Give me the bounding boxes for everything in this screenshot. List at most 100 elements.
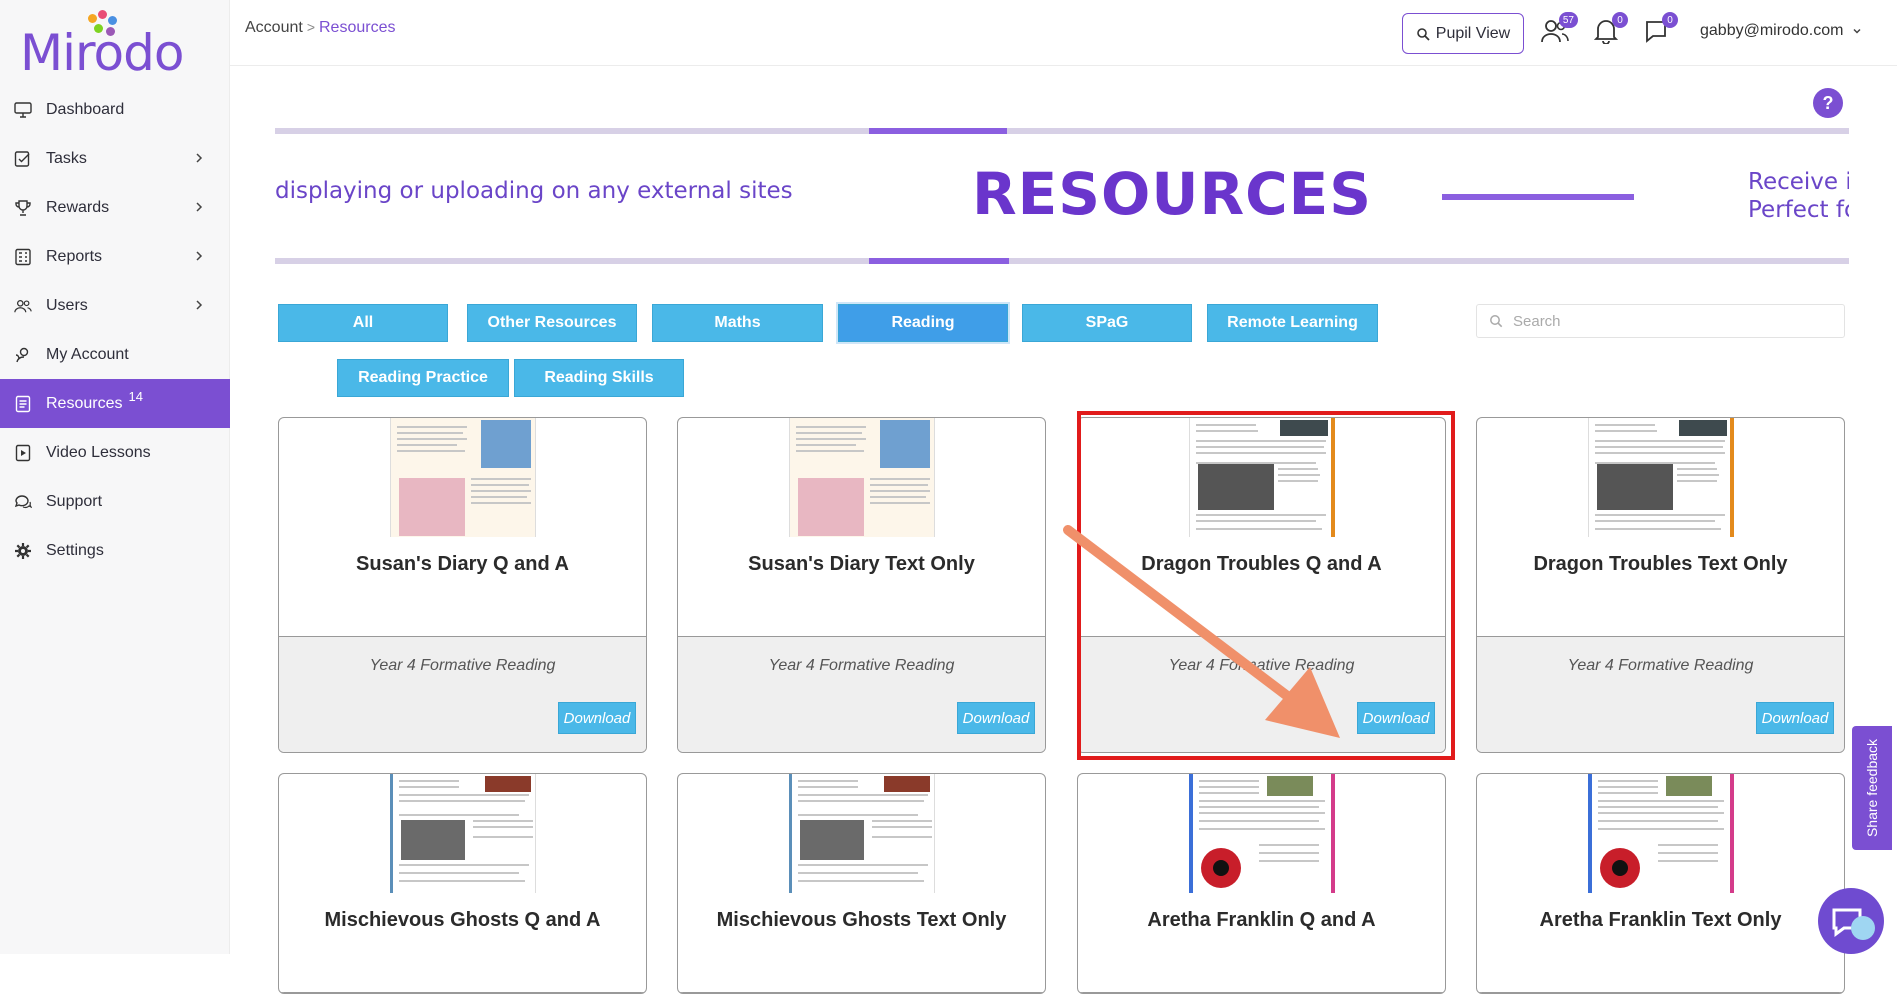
annotation-arrow <box>1063 525 1340 738</box>
filter-remote-learning[interactable]: Remote Learning <box>1207 304 1378 342</box>
sidebar-item-video-lessons[interactable]: Video Lessons <box>0 428 230 477</box>
sidebar-item-support[interactable]: Support <box>0 477 230 526</box>
sidebar-item-label: Resources <box>46 394 123 412</box>
sidebar-item-reports[interactable]: Reports <box>0 232 230 281</box>
document-thumbnail <box>389 418 536 537</box>
mirodo-logo[interactable]: Mirodo <box>20 8 184 82</box>
sidebar-item-tasks[interactable]: Tasks <box>0 134 230 183</box>
sidebar-item-label: Users <box>46 296 88 314</box>
card-title: Susan's Diary Q and A <box>356 553 569 575</box>
filter-all[interactable]: All <box>278 304 448 342</box>
resource-card[interactable]: Dragon Troubles Text Only Year 4 Formati… <box>1476 417 1845 753</box>
top-header: Account > Resources Pupil View 57 0 0 gabb… <box>230 0 1897 66</box>
share-feedback-label: Share feedback <box>1864 738 1881 838</box>
users-header-button[interactable]: 57 <box>1540 12 1578 50</box>
pupil-view-label: Pupil View <box>1435 24 1511 42</box>
sidebar-item-settings[interactable]: Settings <box>0 526 230 575</box>
breadcrumb-current: Resources <box>319 19 396 36</box>
resource-card[interactable]: Mischievous Ghosts Text Only <box>677 773 1046 994</box>
search-icon <box>1490 315 1503 328</box>
banner-right-line-2: Perfect fo <box>1748 197 1849 223</box>
card-title: Mischievous Ghosts Text Only <box>716 909 1007 931</box>
download-button[interactable]: Download <box>1756 702 1834 734</box>
card-subtitle: Year 4 Formative Reading <box>1567 657 1754 674</box>
chevron-right-icon <box>192 249 206 263</box>
chat-icon <box>1832 908 1875 940</box>
messages-button[interactable]: 0 <box>1644 12 1678 50</box>
share-feedback-tab[interactable]: Share feedback <box>1852 726 1892 850</box>
sidebar-item-label: Tasks <box>46 149 87 167</box>
reports-icon <box>14 248 32 266</box>
banner-bottom-accent <box>869 258 1009 264</box>
filter-maths[interactable]: Maths <box>652 304 823 342</box>
filter-reading-practice[interactable]: Reading Practice <box>337 359 509 397</box>
sidebar-nav: Dashboard Tasks Rewards Reports Users My… <box>0 85 230 575</box>
resource-card[interactable]: Aretha Franklin Q and A <box>1077 773 1446 994</box>
chevron-right-icon <box>192 298 206 312</box>
resources-icon <box>14 395 32 413</box>
banner-top-accent <box>869 128 1007 134</box>
banner-top-line <box>275 128 1849 134</box>
banner-right-line-1: Receive ir <box>1748 169 1849 195</box>
sidebar-item-users[interactable]: Users <box>0 281 230 330</box>
document-thumbnail <box>389 774 536 893</box>
sidebar-item-rewards[interactable]: Rewards <box>0 183 230 232</box>
resource-card[interactable]: Susan's Diary Text Only Year 4 Formative… <box>677 417 1046 753</box>
users-icon <box>14 297 32 315</box>
filter-reading[interactable]: Reading <box>838 304 1008 342</box>
resource-card[interactable]: Mischievous Ghosts Q and A <box>278 773 647 994</box>
breadcrumb-separator: > <box>306 19 315 35</box>
sidebar-item-label: My Account <box>46 345 129 363</box>
resources-banner: displaying or uploading on any external … <box>275 126 1849 266</box>
card-title: Susan's Diary Text Only <box>748 553 975 575</box>
banner-bottom-line <box>275 258 1849 264</box>
sidebar-item-label: Rewards <box>46 198 110 216</box>
card-title: Aretha Franklin Text Only <box>1539 909 1782 931</box>
card-subtitle: Year 4 Formative Reading <box>369 657 556 674</box>
sidebar-item-label: Video Lessons <box>46 443 151 461</box>
logo-text: Mirodo <box>20 24 184 82</box>
filter-reading-skills[interactable]: Reading Skills <box>514 359 684 397</box>
resource-card[interactable]: Susan's Diary Q and A Year 4 Formative R… <box>278 417 647 753</box>
users-count-badge: 57 <box>1558 12 1578 28</box>
card-title: Aretha Franklin Q and A <box>1147 909 1376 931</box>
search-icon <box>1416 27 1430 41</box>
banner-marquee-right: Receive ir Perfect fo <box>1748 168 1849 224</box>
help-button[interactable]: ? <box>1813 88 1843 118</box>
chevron-down-icon <box>1853 28 1861 34</box>
notifications-button[interactable]: 0 <box>1593 12 1628 50</box>
document-thumbnail <box>1188 774 1335 893</box>
banner-title: RESOURCES <box>972 160 1373 228</box>
resources-count-badge: 14 <box>128 389 143 404</box>
document-thumbnail <box>788 774 935 893</box>
download-button[interactable]: Download <box>957 702 1035 734</box>
card-title: Dragon Troubles Text Only <box>1533 553 1788 575</box>
search-input[interactable]: Search <box>1476 304 1845 338</box>
sidebar-item-label: Reports <box>46 247 103 265</box>
resource-card[interactable]: Aretha Franklin Text Only <box>1476 773 1845 994</box>
sidebar-item-label: Dashboard <box>46 100 125 118</box>
sidebar-item-dashboard[interactable]: Dashboard <box>0 85 230 134</box>
card-subtitle: Year 4 Formative Reading <box>768 657 955 674</box>
notifications-count-badge: 0 <box>1612 12 1628 28</box>
tasks-icon <box>14 150 32 168</box>
breadcrumb-account-link[interactable]: Account <box>245 19 303 36</box>
pupil-view-button[interactable]: Pupil View <box>1402 13 1524 54</box>
account-icon <box>14 346 32 364</box>
chat-widget-button[interactable] <box>1818 888 1884 954</box>
sidebar-item-label: Support <box>46 492 103 510</box>
download-button[interactable]: Download <box>558 702 636 734</box>
trophy-icon <box>14 199 32 217</box>
search-placeholder: Search <box>1513 312 1561 330</box>
breadcrumb: Account > Resources <box>245 19 395 37</box>
sidebar-item-resources[interactable]: Resources 14 <box>0 379 230 428</box>
filter-spag[interactable]: SPaG <box>1022 304 1192 342</box>
gear-icon <box>14 542 32 560</box>
user-menu[interactable]: gabby@mirodo.com <box>1700 22 1863 40</box>
user-email: gabby@mirodo.com <box>1700 22 1844 39</box>
messages-count-badge: 0 <box>1662 12 1678 28</box>
chevron-right-icon <box>192 151 206 165</box>
sidebar-item-label: Settings <box>46 541 104 559</box>
sidebar-item-my-account[interactable]: My Account <box>0 330 230 379</box>
filter-other-resources[interactable]: Other Resources <box>467 304 637 342</box>
